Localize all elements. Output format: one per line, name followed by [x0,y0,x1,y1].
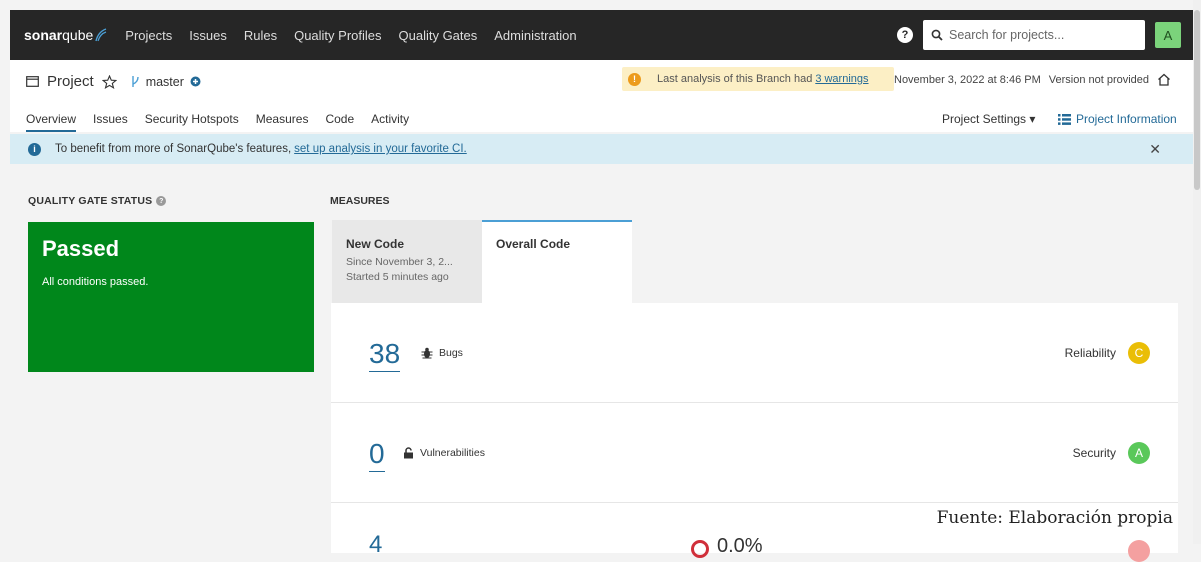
star-icon[interactable] [101,74,117,89]
vulnerabilities-label-text: Vulnerabilities [420,447,485,459]
security-label: Security [1072,446,1116,460]
partial-percentage: 0.0% [717,535,763,557]
sonarqube-logo[interactable]: sonar qube [24,27,107,43]
tab-activity[interactable]: Activity [371,112,409,126]
home-icon[interactable] [1157,73,1171,86]
main-nav: Projects Issues Rules Quality Profiles Q… [125,28,593,43]
quality-gate-detail: All conditions passed. [42,276,149,288]
branch-name[interactable]: master [146,75,184,89]
scrollbar-thumb[interactable] [1194,10,1200,190]
tab-overview[interactable]: Overview [26,112,77,132]
tab-overall-code[interactable]: Overall Code [482,220,632,304]
avatar[interactable]: A [1155,22,1181,48]
navbar-right: ? Search for projects... A [897,20,1193,50]
search-placeholder: Search for projects... [949,28,1065,42]
nav-rules[interactable]: Rules [244,28,277,43]
logo-waves-icon [95,28,107,42]
ci-info-banner: i To benefit from more of SonarQube's fe… [10,134,1193,164]
nav-quality-gates[interactable]: Quality Gates [399,28,478,43]
warnings-link[interactable]: 3 warnings [815,73,868,85]
partial-count[interactable]: 4 [369,531,382,559]
warning-text: Last analysis of this Branch had [657,73,813,85]
bugs-label-text: Bugs [439,347,463,359]
analysis-date: November 3, 2022 at 8:46 PM [894,73,1041,86]
project-information-label: Project Information [1076,112,1177,126]
nav-administration[interactable]: Administration [494,28,576,43]
tab-issues[interactable]: Issues [93,112,128,126]
project-settings-dropdown[interactable]: Project Settings ▾ [942,112,1035,126]
project-breadcrumb: Project master [26,73,201,90]
banner-text: To benefit from more of SonarQube's feat… [55,143,292,155]
bugs-label: Bugs [421,347,463,359]
branch-icon [131,76,139,87]
tab-measures[interactable]: Measures [256,112,309,126]
reliability-label: Reliability [1064,346,1116,360]
project-header: Project master ! Last analysis of this B… [10,60,1193,132]
nav-issues[interactable]: Issues [189,28,227,43]
overall-code-title: Overall Code [496,237,571,251]
help-tooltip-icon[interactable]: ? [156,196,167,206]
vulnerabilities-row: 0 Vulnerabilities Security A [331,403,1178,503]
search-icon [931,29,943,41]
nav-projects[interactable]: Projects [125,28,172,43]
quality-gate-title-text: QUALITY GATE STATUS [28,195,153,207]
list-icon [1058,113,1071,125]
tab-new-code[interactable]: New Code Since November 3, 2... Started … [332,220,482,303]
page-scrollbar[interactable] [1193,0,1201,544]
warning-icon: ! [628,72,641,86]
tab-code[interactable]: Code [325,112,354,126]
add-branch-icon[interactable] [190,76,201,87]
new-code-since: Since November 3, 2... [346,256,453,268]
quality-gate-status-box: Passed All conditions passed. [28,222,314,372]
banner-ci-link[interactable]: set up analysis in your favorite CI. [294,143,467,155]
bugs-row: 38 Bugs Reliability C [331,303,1178,403]
nav-quality-profiles[interactable]: Quality Profiles [294,28,381,43]
project-icon [26,76,39,87]
project-tabs: Overview Issues Security Hotspots Measur… [26,112,426,132]
new-code-title: New Code [346,237,405,251]
new-code-started: Started 5 minutes ago [346,271,449,283]
brand-light: qube [62,27,94,43]
info-icon: i [28,142,41,156]
analysis-meta: November 3, 2022 at 8:46 PM Version not … [894,73,1171,86]
bug-icon [421,347,433,359]
partial-rating-icon [1128,540,1150,562]
vulnerabilities-count[interactable]: 0 [369,439,385,472]
security-rating[interactable]: A [1128,442,1150,464]
close-icon[interactable]: ✕ [1149,141,1161,158]
bugs-count[interactable]: 38 [369,339,401,372]
quality-gate-status: Passed [42,236,120,261]
help-icon[interactable]: ? [897,27,913,43]
top-navbar: sonar qube Projects Issues Rules Quality … [10,10,1193,60]
vulnerabilities-label: Vulnerabilities [403,447,485,459]
project-information-button[interactable]: Project Information [1058,112,1177,126]
brand-bold: sonar [24,27,63,43]
source-caption: Fuente: Elaboración propia [936,508,1173,528]
reliability-rating[interactable]: C [1128,342,1150,364]
analysis-warning: ! Last analysis of this Branch had 3 war… [622,67,894,91]
project-version: Version not provided [1048,73,1150,86]
quality-gate-title: QUALITY GATE STATUS ? [28,195,167,207]
measures-title: MEASURES [330,195,390,207]
tab-security-hotspots[interactable]: Security Hotspots [145,112,239,126]
project-name[interactable]: Project [47,73,94,90]
partial-hotspot-icon [691,540,709,558]
lock-icon [404,447,413,459]
search-input[interactable]: Search for projects... [923,20,1145,50]
